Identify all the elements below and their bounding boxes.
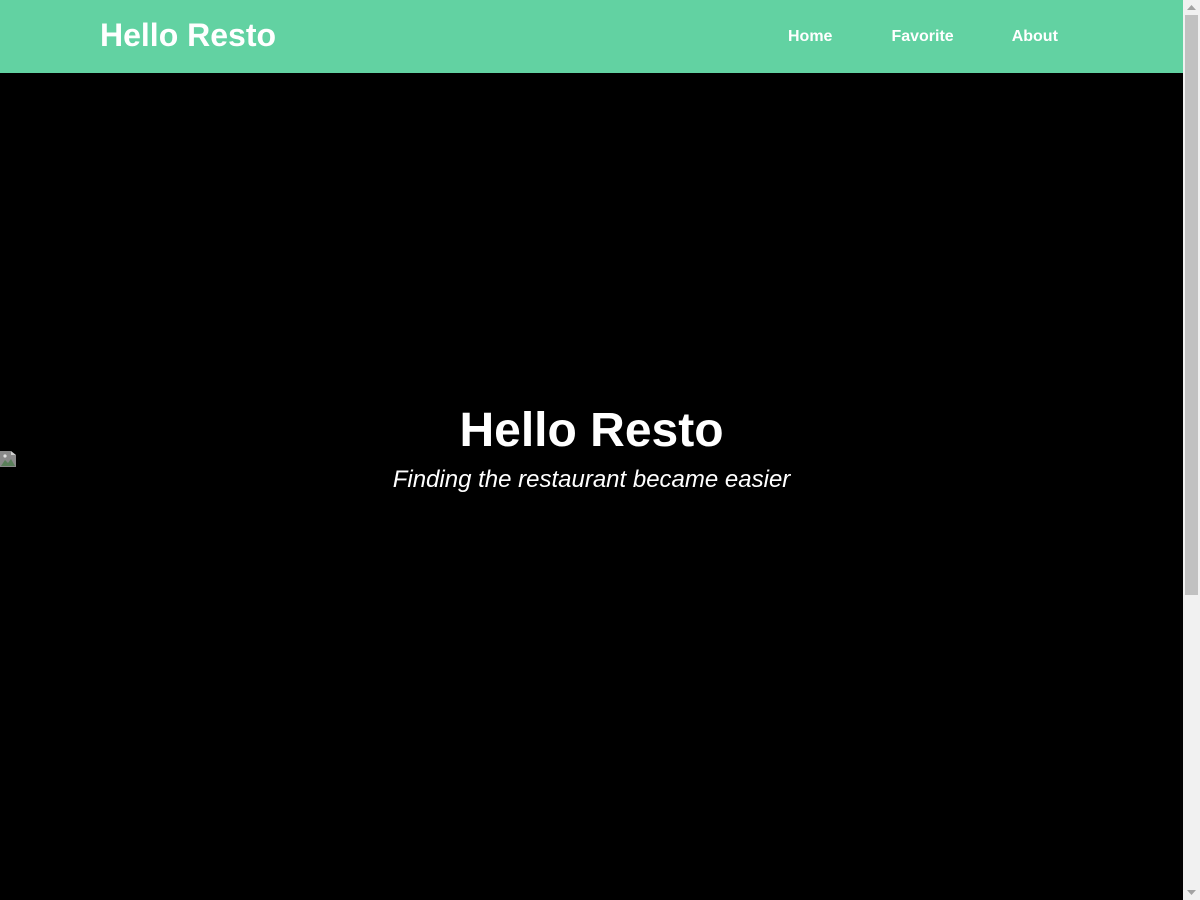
brand-logo-link[interactable]: Hello Resto [100, 13, 276, 57]
app-bar: Hello Resto Home Favorite About [0, 0, 1183, 73]
vertical-scrollbar[interactable] [1183, 0, 1200, 900]
hero-section: Hello Resto Finding the restaurant becam… [0, 73, 1183, 900]
hero-title: Hello Resto [459, 404, 724, 457]
main-nav: Home Favorite About [760, 0, 1086, 73]
scroll-down-arrow-icon[interactable] [1183, 885, 1200, 900]
nav-link-about[interactable]: About [983, 15, 1086, 59]
scroll-up-arrow-icon[interactable] [1183, 0, 1200, 15]
hero-tagline: Finding the restaurant became easier [392, 466, 791, 493]
nav-link-favorite[interactable]: Favorite [861, 15, 982, 59]
nav-link-home[interactable]: Home [760, 15, 861, 59]
hero-text: Hello Resto Finding the restaurant becam… [0, 403, 1183, 495]
browser-viewport: Hello Resto Home Favorite About Hello Re… [0, 0, 1200, 900]
scrollbar-thumb[interactable] [1185, 15, 1198, 595]
page: Hello Resto Home Favorite About Hello Re… [0, 0, 1183, 900]
